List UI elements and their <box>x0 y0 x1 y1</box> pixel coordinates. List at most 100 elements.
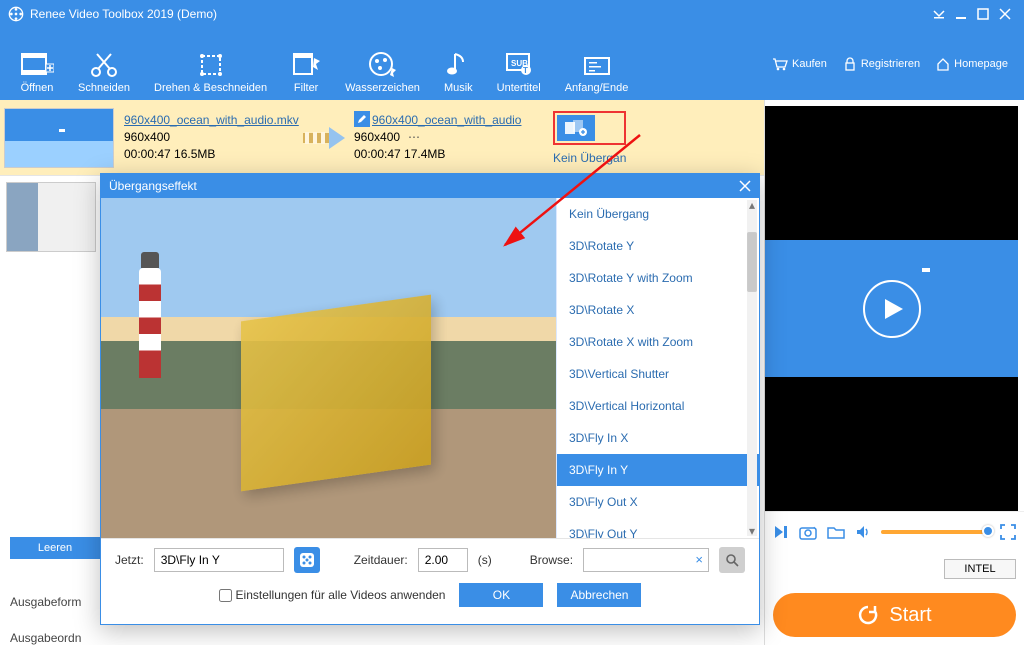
open-button[interactable]: Öffnen <box>8 34 66 94</box>
transition-button-highlight <box>553 111 626 145</box>
source-resolution: 960x400 <box>124 129 294 146</box>
apply-all-checkbox[interactable]: Einstellungen für alle Videos anwenden <box>219 588 446 602</box>
cancel-button[interactable]: Abbrechen <box>557 583 641 607</box>
transition-item[interactable]: 3D\Rotate X <box>557 294 759 326</box>
search-icon <box>725 553 739 567</box>
music-label: Musik <box>444 82 473 94</box>
scissors-icon <box>89 50 119 78</box>
transition-item[interactable]: 3D\Fly Out X <box>557 486 759 518</box>
titlebar: Renee Video Toolbox 2019 (Demo) <box>0 0 1024 28</box>
svg-text:T: T <box>523 66 528 75</box>
dice-icon <box>299 552 315 568</box>
homepage-button[interactable]: Homepage <box>928 57 1016 71</box>
volume-slider[interactable] <box>881 530 990 534</box>
source-thumbnail[interactable] <box>4 108 114 168</box>
rotate-crop-button[interactable]: Drehen & Beschneiden <box>142 34 279 94</box>
window-close-icon[interactable] <box>994 3 1016 25</box>
cart-icon <box>772 57 788 71</box>
browse-input[interactable] <box>583 548 709 572</box>
watermark-icon <box>368 50 398 78</box>
output-filename[interactable]: 960x400_ocean_with_audio <box>372 112 549 129</box>
transition-item[interactable]: 3D\Vertical Horizontal <box>557 390 759 422</box>
skip-next-icon[interactable] <box>773 524 789 540</box>
preview-controls <box>765 511 1024 551</box>
clear-button[interactable]: Leeren <box>10 537 100 559</box>
refresh-icon <box>857 604 879 626</box>
dialog-close-icon[interactable] <box>739 180 751 192</box>
output-duration-size: 00:00:47 17.4MB <box>354 146 549 163</box>
apply-all-input[interactable] <box>219 589 232 602</box>
filter-icon <box>291 50 321 78</box>
dialog-titlebar: Übergangseffekt <box>101 174 759 198</box>
app-title: Renee Video Toolbox 2019 (Demo) <box>30 7 928 21</box>
browse-clear-icon[interactable]: × <box>695 552 703 567</box>
buy-label: Kaufen <box>792 58 827 70</box>
filter-label: Filter <box>294 82 318 94</box>
source-filename[interactable]: 960x400_ocean_with_audio.mkv <box>124 112 294 129</box>
filter-button[interactable]: Filter <box>279 34 333 94</box>
dialog-effect-preview <box>101 198 556 538</box>
play-button[interactable] <box>863 280 921 338</box>
start-button[interactable]: Start <box>773 593 1016 637</box>
film-add-icon <box>20 50 54 78</box>
transition-item[interactable]: Kein Übergang <box>557 198 759 230</box>
volume-icon[interactable] <box>855 524 871 540</box>
transition-item[interactable]: 3D\Fly In X <box>557 422 759 454</box>
trim-icon <box>582 54 612 78</box>
scroll-up-icon[interactable]: ▴ <box>747 200 757 210</box>
trim-button[interactable]: Anfang/Ende <box>553 34 641 94</box>
transition-status: Kein Übergan <box>553 151 626 165</box>
transition-item[interactable]: 3D\Rotate Y with Zoom <box>557 262 759 294</box>
trim-label: Anfang/Ende <box>565 82 629 94</box>
list-scrollbar[interactable]: ▴ ▾ <box>747 200 757 536</box>
source-meta: 960x400_ocean_with_audio.mkv 960x400 00:… <box>124 112 294 162</box>
subtitle-label: Untertitel <box>497 82 541 94</box>
duration-label: Zeitdauer: <box>354 553 408 567</box>
lock-icon <box>843 57 857 71</box>
rotate-crop-label: Drehen & Beschneiden <box>154 82 267 94</box>
buy-button[interactable]: Kaufen <box>764 57 835 71</box>
transition-item[interactable]: 3D\Fly Out Y <box>557 518 759 538</box>
scroll-thumb[interactable] <box>747 232 757 292</box>
browse-search-button[interactable] <box>719 547 745 573</box>
video-preview[interactable] <box>765 106 1018 511</box>
now-input[interactable] <box>154 548 284 572</box>
random-button[interactable] <box>294 547 320 573</box>
homepage-label: Homepage <box>954 58 1008 70</box>
duration-input[interactable] <box>418 548 468 572</box>
subtitle-button[interactable]: SUBT Untertitel <box>485 34 553 94</box>
transition-item[interactable]: 3D\Fly In Y <box>557 454 759 486</box>
register-button[interactable]: Registrieren <box>835 57 928 71</box>
window-maximize-icon[interactable] <box>972 3 994 25</box>
transition-item[interactable]: 3D\Rotate X with Zoom <box>557 326 759 358</box>
ok-button[interactable]: OK <box>459 583 543 607</box>
encoder-chip[interactable]: INTEL <box>944 559 1016 579</box>
window-menu-icon[interactable] <box>928 3 950 25</box>
transition-icon <box>564 119 588 137</box>
home-icon <box>936 57 950 71</box>
cut-button[interactable]: Schneiden <box>66 34 142 94</box>
preview-panel: INTEL Start <box>764 100 1024 645</box>
scroll-down-icon[interactable]: ▾ <box>747 526 757 536</box>
file-strip: 960x400_ocean_with_audio.mkv 960x400 00:… <box>0 100 764 175</box>
register-label: Registrieren <box>861 58 920 70</box>
output-more-icon[interactable]: ⋯ <box>408 130 420 144</box>
output-meta: 960x400_ocean_with_audio 960x400⋯ 00:00:… <box>354 112 549 162</box>
fullscreen-icon[interactable] <box>1000 524 1016 540</box>
dialog-title: Übergangseffekt <box>109 179 197 193</box>
edit-output-icon[interactable] <box>354 111 370 127</box>
transition-item[interactable]: 3D\Vertical Shutter <box>557 358 759 390</box>
music-button[interactable]: Musik <box>432 34 485 94</box>
duration-unit: (s) <box>478 553 492 567</box>
transition-button[interactable] <box>557 115 595 141</box>
camera-icon[interactable] <box>799 524 817 540</box>
subtitle-icon: SUBT <box>504 50 534 78</box>
app-logo-icon <box>8 6 24 22</box>
watermark-button[interactable]: Wasserzeichen <box>333 34 432 94</box>
transition-item[interactable]: 3D\Rotate Y <box>557 230 759 262</box>
start-label: Start <box>889 604 931 627</box>
window-minimize-icon[interactable] <box>950 3 972 25</box>
secondary-thumbnail[interactable] <box>6 182 96 252</box>
open-folder-icon[interactable] <box>827 524 845 540</box>
apply-all-label: Einstellungen für alle Videos anwenden <box>236 588 446 602</box>
